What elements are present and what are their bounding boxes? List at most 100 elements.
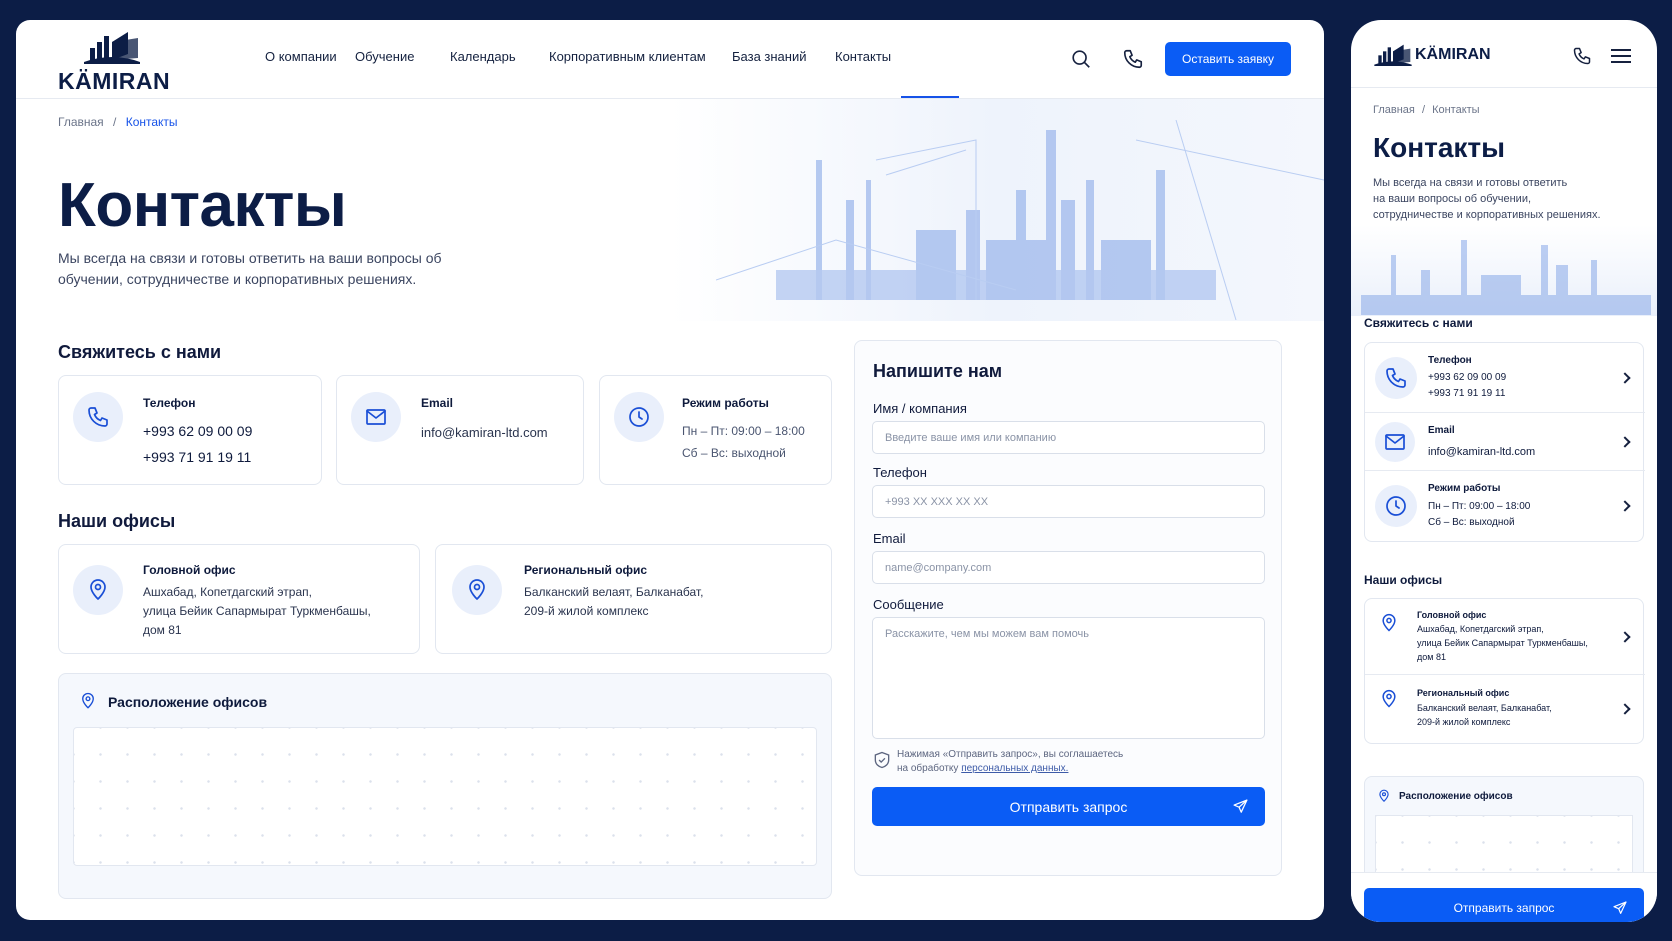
mobile-breadcrumb-home[interactable]: Главная: [1373, 104, 1415, 116]
phone-label: Телефон: [143, 396, 196, 410]
phone-field-label: Телефон: [873, 465, 927, 480]
breadcrumb-home[interactable]: Главная: [58, 115, 104, 129]
map-pin-icon: [82, 692, 94, 709]
mobile-main-office-addr-1: Ашхабад, Копетдагский этрап,: [1417, 624, 1544, 634]
chevron-right-icon: [1619, 500, 1631, 512]
page-subtitle: Мы всегда на связи и готовы ответить на …: [58, 250, 442, 287]
nav-corporate[interactable]: Корпоративным клиентам: [549, 49, 706, 64]
mobile-hours-label: Режим работы: [1428, 483, 1501, 494]
nav-contacts[interactable]: Контакты: [835, 49, 891, 64]
phone-number-1[interactable]: +993 62 09 00 09: [143, 423, 252, 439]
main-office-addr-1: Ашхабад, Копетдагский этрап,: [143, 585, 312, 599]
mobile-main-office-addr-3: дом 81: [1417, 652, 1446, 662]
phone-icon[interactable]: [1122, 48, 1144, 70]
send-icon: [1233, 799, 1248, 813]
chevron-right-icon: [1619, 436, 1631, 448]
email-label: Email: [421, 396, 454, 410]
mobile-main-office-row[interactable]: Головной офис Ашхабад, Копетдагский этра…: [1365, 599, 1645, 675]
clock-icon: [629, 407, 649, 427]
breadcrumb: Главная / Контакты: [58, 115, 178, 129]
send-icon: [1613, 901, 1627, 914]
consent-line-2: на обработку персональных данных.: [897, 763, 1068, 774]
chevron-right-icon: [1619, 372, 1631, 384]
map-title: Расположение офисов: [108, 694, 268, 710]
menu-icon[interactable]: [1610, 47, 1632, 65]
breadcrumb-sep: /: [113, 115, 117, 129]
contact-form: Напишите нам Имя / компания Введите ваше…: [854, 340, 1282, 876]
consent-line-1: Нажимая «Отправить запрос», вы соглашает…: [897, 749, 1124, 760]
nav-knowledge[interactable]: База знаний: [732, 49, 807, 64]
regional-office-icon-bg: [452, 565, 502, 615]
mobile-hours-1: Пн – Пт: 09:00 – 18:00: [1428, 501, 1531, 512]
breadcrumb-current: Контакты: [125, 115, 178, 129]
mobile-phone-icon-bg: [1375, 357, 1417, 399]
mobile-logo[interactable]: KÄMIRAN: [1373, 42, 1503, 68]
regional-office-card: Региональный офис Балканский велаят, Бал…: [435, 544, 832, 654]
hours-label: Режим работы: [682, 396, 769, 410]
phone-icon: [1386, 368, 1406, 388]
hours-card-icon-bg: [614, 392, 664, 442]
submit-button[interactable]: Отправить запрос: [872, 787, 1265, 826]
message-textarea[interactable]: Расскажите, чем мы можем вам помочь: [872, 617, 1265, 739]
location-pin-icon: [469, 579, 485, 600]
mobile-hours-icon-bg: [1375, 485, 1417, 527]
nav-calendar[interactable]: Календарь: [450, 49, 516, 64]
chevron-right-icon: [1619, 703, 1631, 715]
mail-icon: [1385, 434, 1405, 450]
main-office-addr-3: дом 81: [143, 623, 182, 637]
offices-heading: Наши офисы: [58, 511, 176, 531]
email-field-label: Email: [873, 531, 906, 546]
mobile-email-value: info@kamiran-ltd.com: [1428, 446, 1536, 458]
logo-mark-icon: [84, 32, 140, 64]
hours-weekdays: Пн – Пт: 09:00 – 18:00: [682, 424, 805, 438]
logo[interactable]: KÄMIRAN: [58, 28, 176, 94]
mobile-regional-office-row[interactable]: Региональный офис Балканский велаят, Бал…: [1365, 675, 1645, 743]
mobile-phone-row[interactable]: Телефон +993 62 09 00 09 +993 71 91 19 1…: [1365, 343, 1645, 413]
map-area[interactable]: [73, 727, 817, 866]
email-input[interactable]: name@company.com: [872, 551, 1265, 584]
location-pin-icon: [1382, 613, 1396, 632]
hours-card: Режим работы Пн – Пт: 09:00 – 18:00 Сб –…: [599, 375, 832, 485]
chevron-right-icon: [1619, 631, 1631, 643]
main-office-addr-2: улица Бейик Сапармырат Туркменбашы,: [143, 604, 371, 618]
regional-office-addr-1: Балканский велаят, Балканабат,: [524, 585, 704, 599]
mobile-regional-office-addr-1: Балканский велаят, Балканабат,: [1417, 703, 1552, 713]
name-label: Имя / компания: [873, 401, 967, 416]
mobile-phone-icon[interactable]: [1572, 46, 1592, 66]
mobile-subtitle-3: сотрудничестве и корпоративных решениях.: [1373, 209, 1601, 221]
mobile-phone-label: Телефон: [1428, 355, 1472, 366]
phone-number-2[interactable]: +993 71 91 19 11: [143, 449, 251, 465]
regional-office-label: Региональный офис: [524, 563, 648, 577]
mobile-regional-office-addr-2: 209-й жилой комплекс: [1417, 717, 1511, 727]
request-button[interactable]: Оставить заявку: [1165, 42, 1291, 76]
mobile-regional-office-label: Региональный офис: [1417, 688, 1510, 698]
mail-icon: [366, 409, 386, 425]
search-icon[interactable]: [1070, 48, 1092, 70]
mobile-map-title: Расположение офисов: [1399, 791, 1513, 802]
phone-input[interactable]: +993 XX XXX XX XX: [872, 485, 1265, 518]
email-card-icon-bg: [351, 392, 401, 442]
mobile-main-office-addr-2: улица Бейик Сапармырат Туркменбашы,: [1417, 638, 1588, 648]
main-office-label: Головной офис: [143, 563, 236, 577]
mobile-offices-list: Головной офис Ашхабад, Копетдагский этра…: [1364, 598, 1645, 744]
mobile-phone-2: +993 71 91 19 11: [1428, 388, 1506, 399]
mobile-submit-button[interactable]: Отправить запрос: [1364, 888, 1644, 922]
mobile-email-label: Email: [1428, 425, 1455, 436]
email-value[interactable]: info@kamiran-ltd.com: [421, 425, 548, 440]
mobile-hours-2: Сб – Вс: выходной: [1428, 517, 1515, 528]
mobile-window: KÄMIRAN Главная / Контакты Контакты Мы в…: [1351, 20, 1657, 922]
mobile-submit-label: Отправить запрос: [1453, 901, 1555, 915]
phone-card-icon-bg: [73, 392, 123, 442]
map-pin-icon: [1379, 789, 1389, 803]
nav-training[interactable]: Обучение: [355, 49, 414, 64]
form-title: Напишите нам: [873, 361, 1003, 381]
name-input[interactable]: Введите ваше имя или компанию: [872, 421, 1265, 454]
main-office-card: Головной офис Ашхабад, Копетдагский этра…: [58, 544, 420, 654]
hours-weekend: Сб – Вс: выходной: [682, 446, 786, 460]
nav-about[interactable]: О компании: [265, 49, 337, 64]
mobile-email-row[interactable]: Email info@kamiran-ltd.com: [1365, 413, 1645, 471]
map-card: Расположение офисов: [58, 673, 832, 899]
mobile-hours-row[interactable]: Режим работы Пн – Пт: 09:00 – 18:00 Сб –…: [1365, 471, 1645, 541]
mobile-contacts-list: Телефон +993 62 09 00 09 +993 71 91 19 1…: [1364, 342, 1645, 542]
privacy-link[interactable]: персональных данных.: [961, 763, 1068, 774]
